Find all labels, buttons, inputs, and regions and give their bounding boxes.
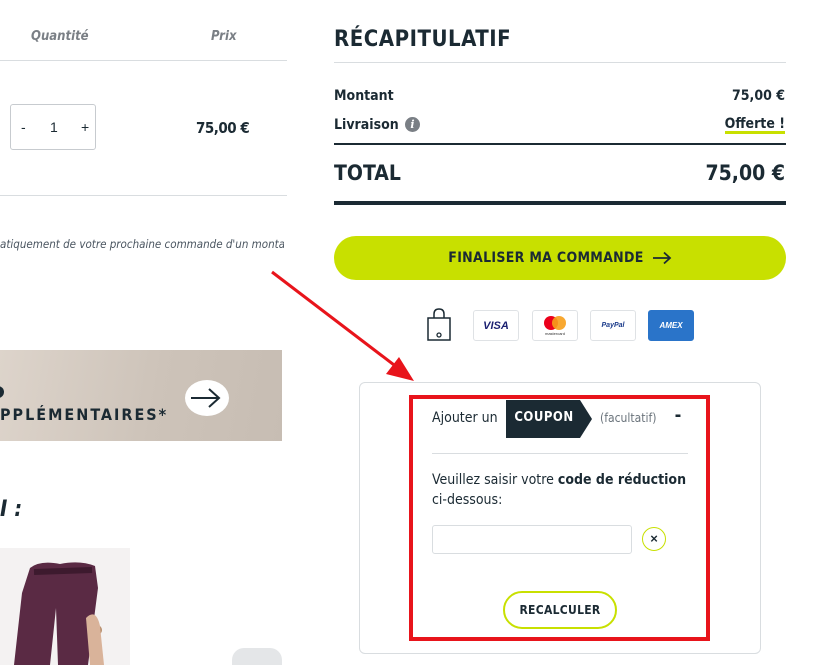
promo-banner[interactable]: PPLÉMENTAIRES* xyxy=(0,350,282,441)
mastercard-label: mastercard xyxy=(544,331,565,336)
quantity-value[interactable]: 1 xyxy=(50,119,58,135)
summary-title: RÉCAPITULATIF xyxy=(334,27,512,52)
mastercard-circles xyxy=(544,316,566,330)
column-header-quantity: Quantité xyxy=(31,29,89,44)
amount-label: Montant xyxy=(334,88,394,104)
column-header-price: Prix xyxy=(211,29,237,44)
visa-icon: VISA xyxy=(473,310,519,341)
leggings-illustration xyxy=(14,562,104,665)
section-title: I : xyxy=(0,497,23,522)
banner-arrow-button[interactable] xyxy=(185,380,229,416)
secure-bag-icon xyxy=(426,308,452,347)
product-image-secondary[interactable] xyxy=(232,648,282,665)
arrow-right-icon xyxy=(191,388,221,408)
quantity-stepper[interactable]: - 1 + xyxy=(10,104,96,150)
banner-dot xyxy=(0,386,4,398)
increment-button[interactable]: + xyxy=(81,119,89,135)
amount-value: 75,00 € xyxy=(732,88,785,104)
total-top-divider xyxy=(334,143,786,145)
visa-label: VISA xyxy=(483,319,509,332)
product-image[interactable] xyxy=(0,548,130,665)
total-value: 75,00 € xyxy=(705,161,785,185)
summary-title-divider xyxy=(334,62,786,63)
total-label: TOTAL xyxy=(334,161,401,185)
shipping-value: Offerte ! xyxy=(724,116,785,134)
amex-label: AMEX xyxy=(659,321,683,330)
paypal-label: PayPal xyxy=(601,322,625,329)
amex-icon: AMEX xyxy=(648,310,694,341)
loyalty-note: atiquement de votre prochaine commande d… xyxy=(0,237,284,251)
checkout-button-label: FINALISER MA COMMANDE xyxy=(448,250,644,266)
info-icon[interactable]: i xyxy=(405,117,420,132)
annotation-highlight-box xyxy=(409,395,710,641)
arrow-right-icon xyxy=(652,251,672,265)
decrement-button[interactable]: - xyxy=(21,119,26,135)
mastercard-icon: mastercard xyxy=(532,310,578,341)
total-bottom-divider xyxy=(334,201,786,205)
banner-text: PPLÉMENTAIRES* xyxy=(0,405,169,424)
shipping-label: Livraison xyxy=(334,117,399,133)
annotation-arrow xyxy=(271,270,414,381)
paypal-icon: PayPal xyxy=(590,310,636,341)
table-header-divider xyxy=(0,60,287,61)
row-divider xyxy=(0,195,287,196)
line-item-price: 75,00 € xyxy=(196,119,250,137)
